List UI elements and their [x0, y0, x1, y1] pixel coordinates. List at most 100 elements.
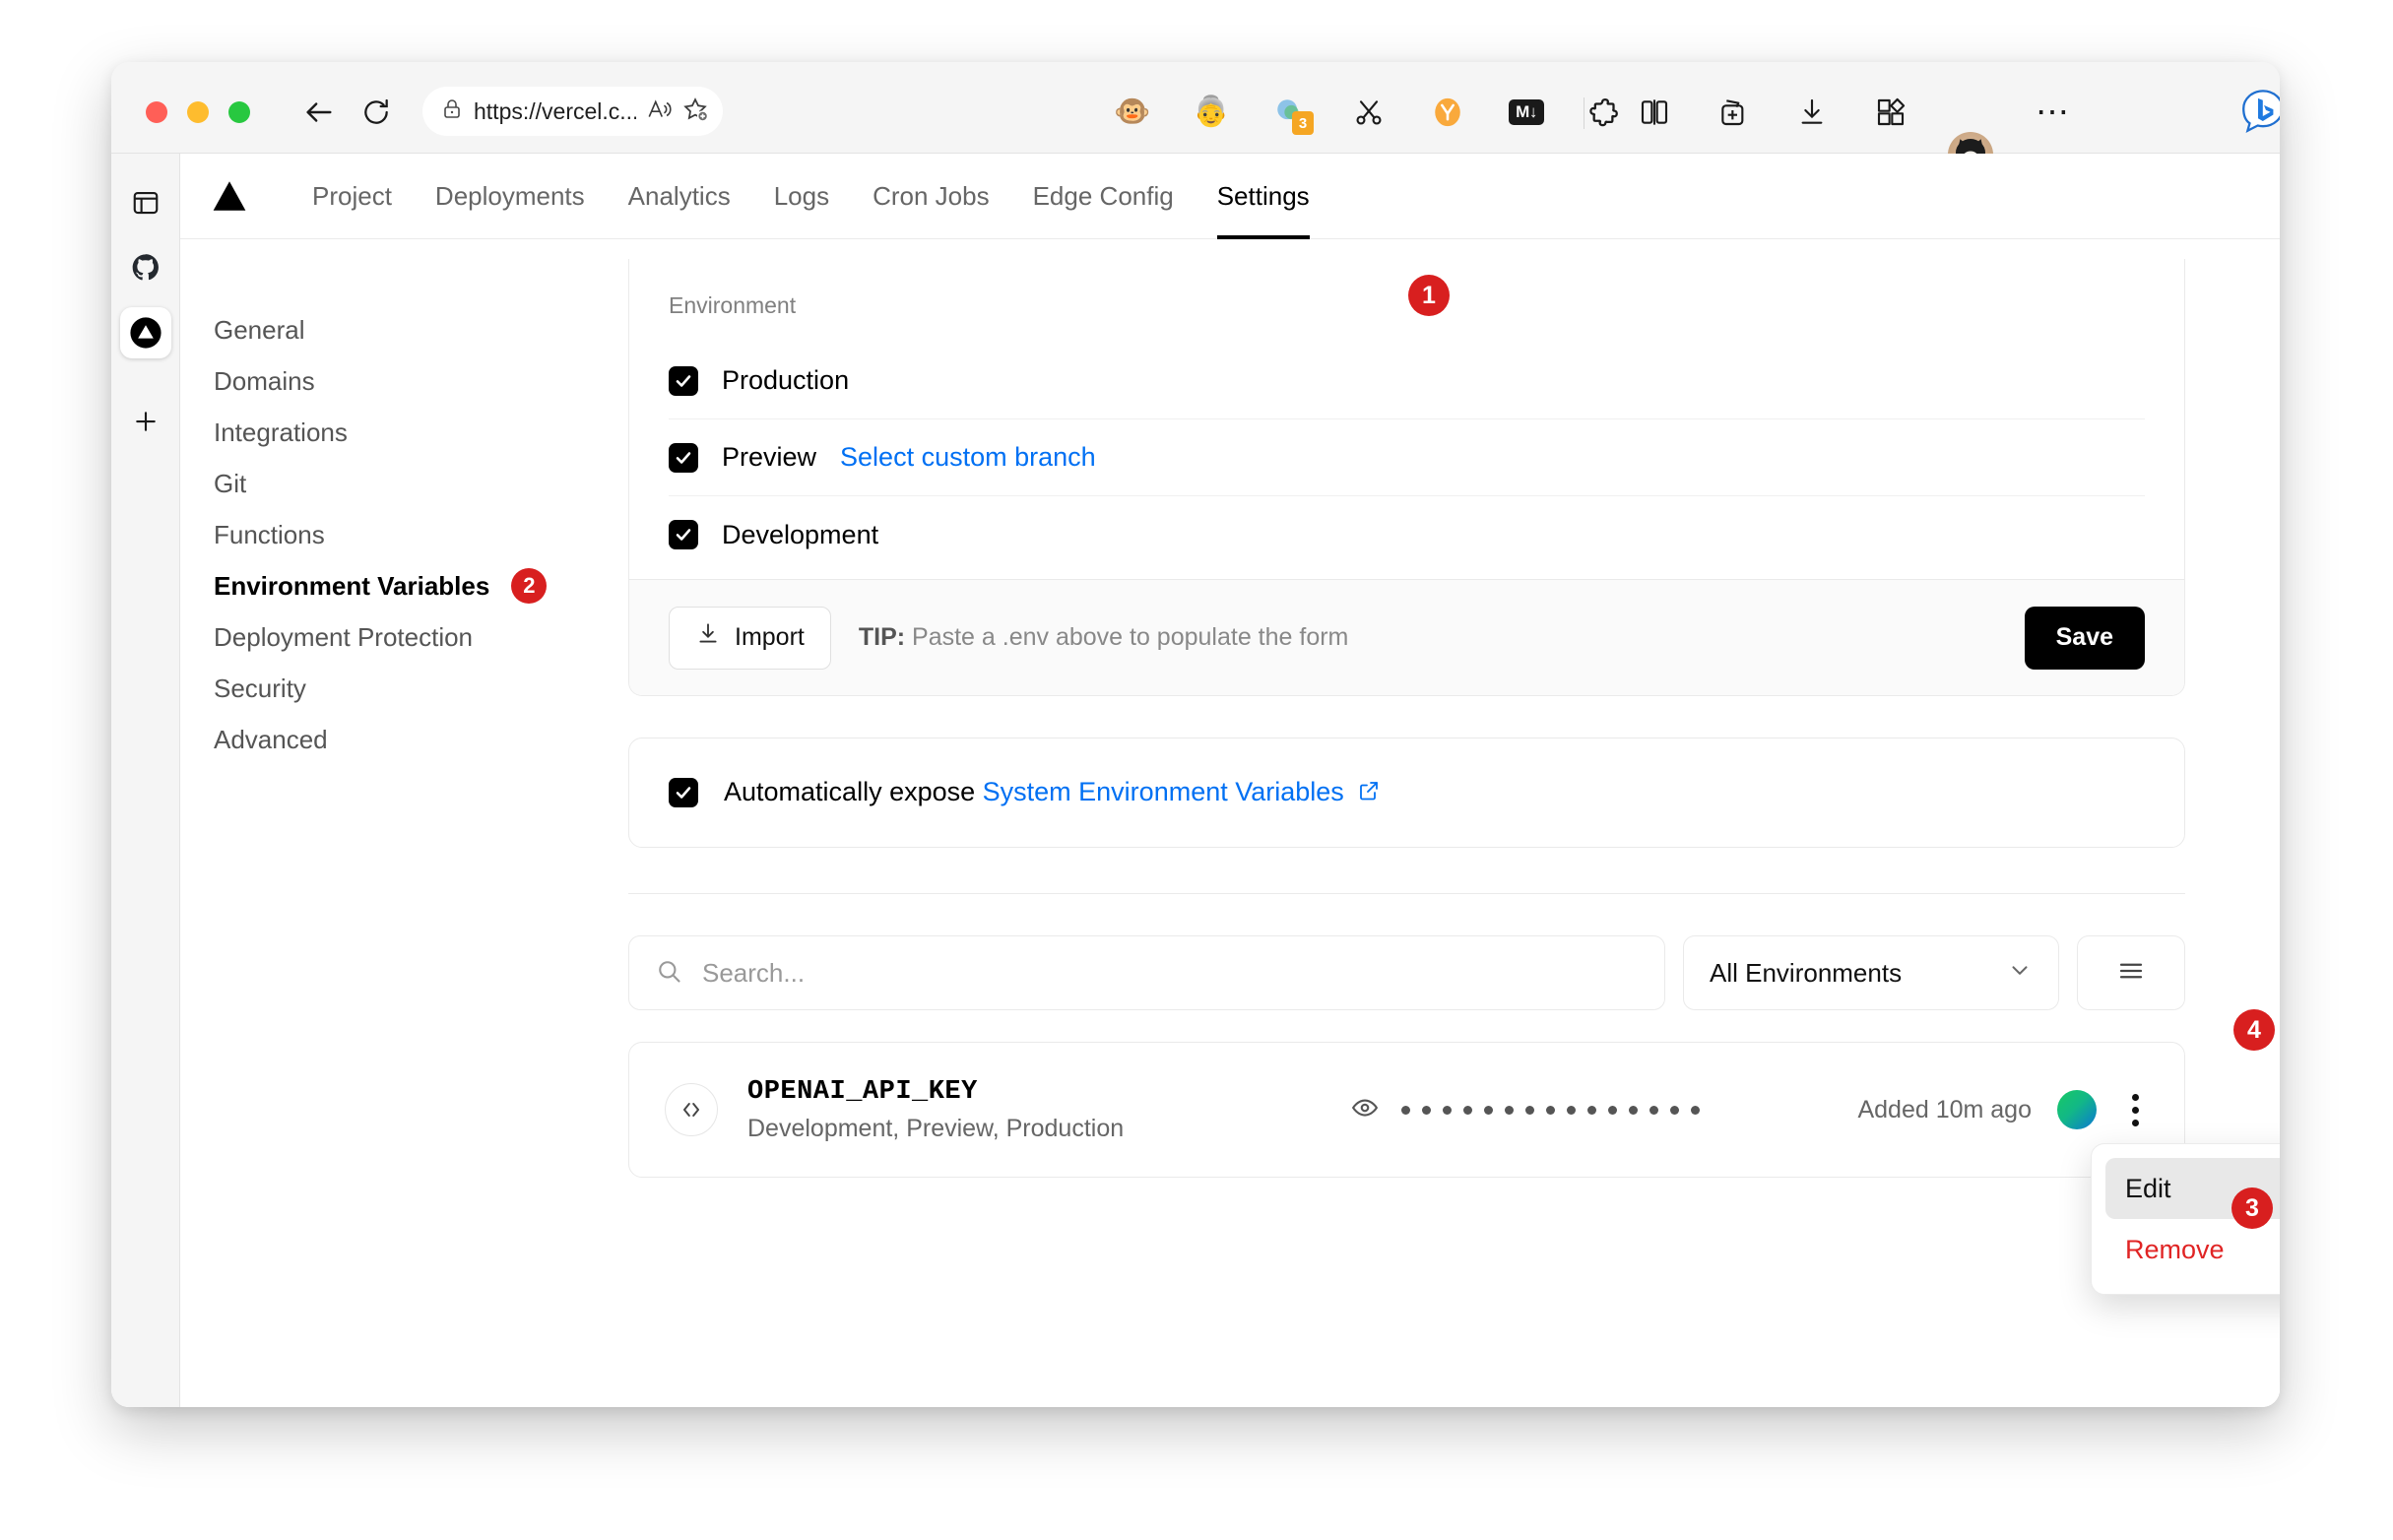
eye-icon[interactable] — [1350, 1093, 1380, 1127]
save-button[interactable]: Save — [2024, 606, 2145, 670]
sidebar-item-integrations[interactable]: Integrations — [214, 407, 628, 458]
tab-logs[interactable]: Logs — [752, 154, 851, 239]
add-tab-icon[interactable] — [120, 396, 171, 447]
envvar-environments: Development, Preview, Production — [747, 1114, 1125, 1142]
envvar-info: OPENAI_API_KEY Development, Preview, Pro… — [747, 1077, 1124, 1143]
toolbar-divider — [1584, 97, 1585, 129]
sidebar-item-advanced[interactable]: Advanced — [214, 714, 628, 765]
list-view-icon — [2116, 956, 2146, 991]
tab-settings[interactable]: Settings — [1196, 154, 1331, 239]
checkbox-system-env[interactable] — [669, 778, 698, 807]
puzzle-extension-icon[interactable] — [1584, 91, 1627, 134]
sidebar-item-functions[interactable]: Functions — [214, 509, 628, 560]
tab-groups-icon[interactable]: 3 — [1268, 91, 1314, 135]
sidebar-panel-icon[interactable] — [120, 177, 171, 228]
search-input[interactable] — [702, 957, 1639, 989]
list-view-toggle-button[interactable] — [2077, 935, 2185, 1010]
tab-edge-config[interactable]: Edge Config — [1011, 154, 1196, 239]
system-env-link[interactable]: System Environment Variables — [983, 777, 1344, 806]
back-arrow-icon[interactable] — [300, 94, 338, 131]
vercel-triangle-logo[interactable] — [210, 178, 249, 214]
vercel-icon[interactable] — [119, 307, 171, 358]
search-box[interactable] — [628, 935, 1665, 1010]
select-custom-branch-link[interactable]: Select custom branch — [840, 442, 1096, 473]
masked-value-dots — [1401, 1105, 1701, 1115]
system-env-label: Automatically expose System Environment … — [724, 777, 1381, 809]
scissors-icon[interactable] — [1347, 91, 1391, 134]
environment-filter-dropdown[interactable]: All Environments — [1683, 935, 2059, 1010]
checkbox-label-production: Production — [722, 365, 850, 395]
checkbox-preview[interactable] — [669, 442, 698, 473]
edge-sidebar-rail — [111, 154, 180, 1407]
sidebar-item-environment-variables[interactable]: Environment Variables 2 — [214, 560, 628, 611]
system-env-card: Automatically expose System Environment … — [628, 738, 2185, 848]
search-icon — [655, 957, 682, 990]
checkbox-production[interactable] — [669, 365, 698, 396]
environment-form-body: Environment Production Preview Select cu… — [629, 259, 2184, 573]
import-button[interactable]: Import — [669, 606, 831, 670]
checkbox-label-development: Development — [722, 519, 879, 549]
bing-chat-icon[interactable] — [2238, 88, 2280, 137]
avatar — [2057, 1090, 2097, 1129]
url-text: https://vercel.c... — [474, 97, 636, 124]
github-icon[interactable] — [120, 242, 171, 293]
maximize-window-button[interactable] — [228, 101, 250, 123]
envvar-value — [1350, 1093, 1701, 1127]
browser-more-menu[interactable]: ⋯ — [2032, 91, 2075, 134]
extensions-icon[interactable] — [1869, 91, 1912, 134]
markdown-icon[interactable]: M↓ — [1505, 91, 1548, 134]
environment-filter-value: All Environments — [1710, 957, 1903, 988]
split-screen-icon[interactable] — [1633, 91, 1676, 134]
sidebar-item-domains[interactable]: Domains — [214, 355, 628, 407]
code-brackets-icon — [665, 1083, 718, 1136]
section-divider — [628, 893, 2185, 894]
downloads-icon[interactable] — [1790, 91, 1834, 134]
checkbox-label-preview: Preview — [722, 442, 817, 472]
tab-cron-jobs[interactable]: Cron Jobs — [851, 154, 1011, 239]
close-window-button[interactable] — [146, 101, 167, 123]
environment-variables-list: OPENAI_API_KEY Development, Preview, Pro… — [628, 1042, 2185, 1178]
system-env-text: Automatically expose — [724, 776, 983, 806]
envvar-meta: Added 10m ago — [1857, 1088, 2149, 1132]
import-button-label: Import — [735, 623, 805, 651]
minimize-window-button[interactable] — [187, 101, 209, 123]
tab-count-badge: 3 — [1292, 111, 1314, 135]
page-body: Project Deployments Analytics Logs Cron … — [111, 154, 2280, 1407]
sidebar-item-deployment-protection[interactable]: Deployment Protection — [214, 611, 628, 663]
envvar-key: OPENAI_API_KEY — [747, 1076, 978, 1107]
annotation-badge-3: 3 — [2231, 1187, 2273, 1229]
settings-main: General Domains Integrations Git Functio… — [180, 239, 2280, 1407]
external-link-icon[interactable] — [1357, 779, 1381, 809]
browser-window: https://vercel.c... 🐵 👵 3 M↓ ⋯ Project D… — [111, 62, 2280, 1407]
orange-extension-icon[interactable] — [1426, 91, 1469, 134]
table-row[interactable]: OPENAI_API_KEY Development, Preview, Pro… — [628, 1042, 2185, 1178]
envvar-added-time: Added 10m ago — [1857, 1095, 2032, 1123]
checkbox-row-development[interactable]: Development — [669, 496, 2145, 573]
address-bar[interactable]: https://vercel.c... — [422, 87, 723, 136]
add-favorite-icon[interactable] — [681, 96, 709, 128]
sidebar-item-git[interactable]: Git — [214, 458, 628, 509]
tab-analytics[interactable]: Analytics — [607, 154, 752, 239]
settings-content: Environment Production Preview Select cu… — [628, 239, 2280, 1407]
checkbox-row-production[interactable]: Production — [669, 343, 2145, 419]
reload-icon[interactable] — [357, 94, 395, 131]
sidebar-item-security[interactable]: Security — [214, 663, 628, 714]
sidebar-item-general[interactable]: General — [214, 304, 628, 355]
kebab-menu-icon[interactable] — [2122, 1088, 2149, 1132]
face-extension-icon[interactable]: 👵 — [1190, 91, 1233, 134]
read-aloud-icon[interactable] — [646, 96, 672, 127]
tab-deployments[interactable]: Deployments — [414, 154, 607, 239]
environment-form-footer: Import TIP: Paste a .env above to popula… — [629, 579, 2184, 695]
checkbox-development[interactable] — [669, 520, 698, 549]
vercel-topnav: Project Deployments Analytics Logs Cron … — [180, 154, 2280, 239]
tip-text: TIP: Paste a .env above to populate the … — [859, 623, 1349, 652]
checkbox-row-preview[interactable]: Preview Select custom branch — [669, 419, 2145, 496]
monkey-extension-icon[interactable]: 🐵 — [1111, 91, 1154, 134]
tab-project[interactable]: Project — [291, 154, 414, 239]
add-collection-icon[interactable] — [1712, 91, 1755, 134]
tip-body: Paste a .env above to populate the form — [905, 623, 1349, 651]
vercel-app: Project Deployments Analytics Logs Cron … — [180, 154, 2280, 1407]
filter-row: All Environments — [628, 935, 2185, 1010]
lock-icon — [440, 97, 464, 126]
environment-form-card: Environment Production Preview Select cu… — [628, 259, 2185, 696]
